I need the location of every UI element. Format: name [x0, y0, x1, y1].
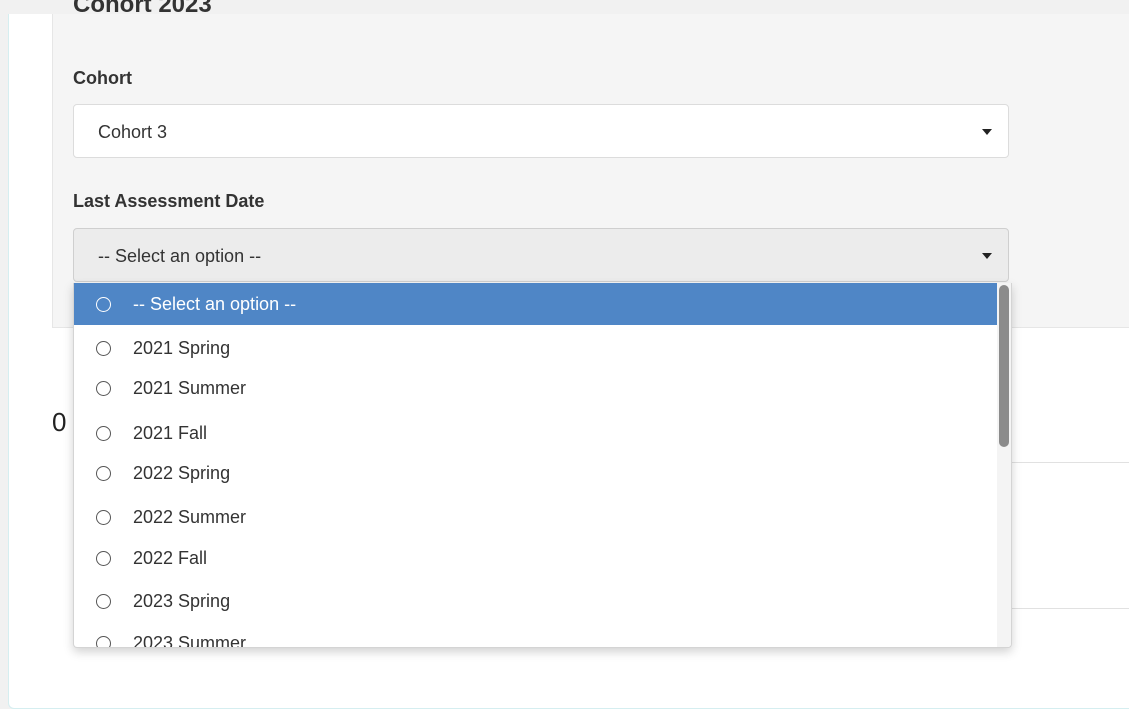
dropdown-option[interactable]: 2023 Spring: [74, 580, 997, 622]
radio-icon: [96, 297, 111, 312]
partial-value-text: 0: [52, 407, 67, 437]
dropdown-option[interactable]: 2021 Summer: [74, 367, 997, 409]
dropdown-option[interactable]: 2022 Spring: [74, 452, 997, 494]
radio-icon: [96, 636, 111, 647]
divider: [997, 462, 1129, 463]
dropdown-option-label: 2021 Fall: [133, 423, 208, 443]
dropdown-option[interactable]: 2022 Fall: [74, 537, 997, 579]
chevron-down-icon: [982, 129, 992, 135]
dropdown-option[interactable]: 2021 Spring: [74, 327, 997, 369]
section-title: Cohort 2023: [73, 0, 212, 14]
radio-icon: [96, 551, 111, 566]
divider: [997, 608, 1129, 609]
assessment-date-dropdown: -- Select an option -- 2021 Spring 2021 …: [73, 283, 1012, 648]
radio-icon: [96, 381, 111, 396]
dropdown-option-label: 2022 Fall: [133, 548, 208, 568]
cohort-label: Cohort: [73, 68, 132, 88]
assessment-date-select[interactable]: -- Select an option --: [73, 228, 1009, 282]
dropdown-option[interactable]: 2021 Fall: [74, 412, 997, 454]
scrollbar-thumb[interactable]: [999, 285, 1009, 447]
dropdown-option[interactable]: 2022 Summer: [74, 496, 997, 538]
dropdown-option[interactable]: 2023 Summer: [74, 622, 997, 648]
dropdown-scrollbar[interactable]: [997, 283, 1011, 647]
radio-icon: [96, 426, 111, 441]
chevron-down-icon: [982, 253, 992, 259]
cohort-select[interactable]: Cohort 3: [73, 104, 1009, 158]
dropdown-option-label: 2022 Summer: [133, 507, 247, 527]
dropdown-option-label: 2021 Spring: [133, 338, 231, 358]
assessment-date-select-value: -- Select an option --: [98, 246, 262, 266]
radio-icon: [96, 594, 111, 609]
cohort-select-value: Cohort 3: [98, 122, 168, 142]
dropdown-option-label: 2023 Summer: [133, 633, 247, 648]
dropdown-option-label: 2022 Spring: [133, 463, 231, 483]
dropdown-option-label: 2023 Spring: [133, 591, 231, 611]
dropdown-option-label: 2021 Summer: [133, 378, 247, 398]
dropdown-option-label: -- Select an option --: [133, 294, 297, 314]
radio-icon: [96, 466, 111, 481]
assessment-date-label: Last Assessment Date: [73, 191, 265, 211]
dropdown-option[interactable]: -- Select an option --: [74, 283, 997, 325]
radio-icon: [96, 510, 111, 525]
radio-icon: [96, 341, 111, 356]
